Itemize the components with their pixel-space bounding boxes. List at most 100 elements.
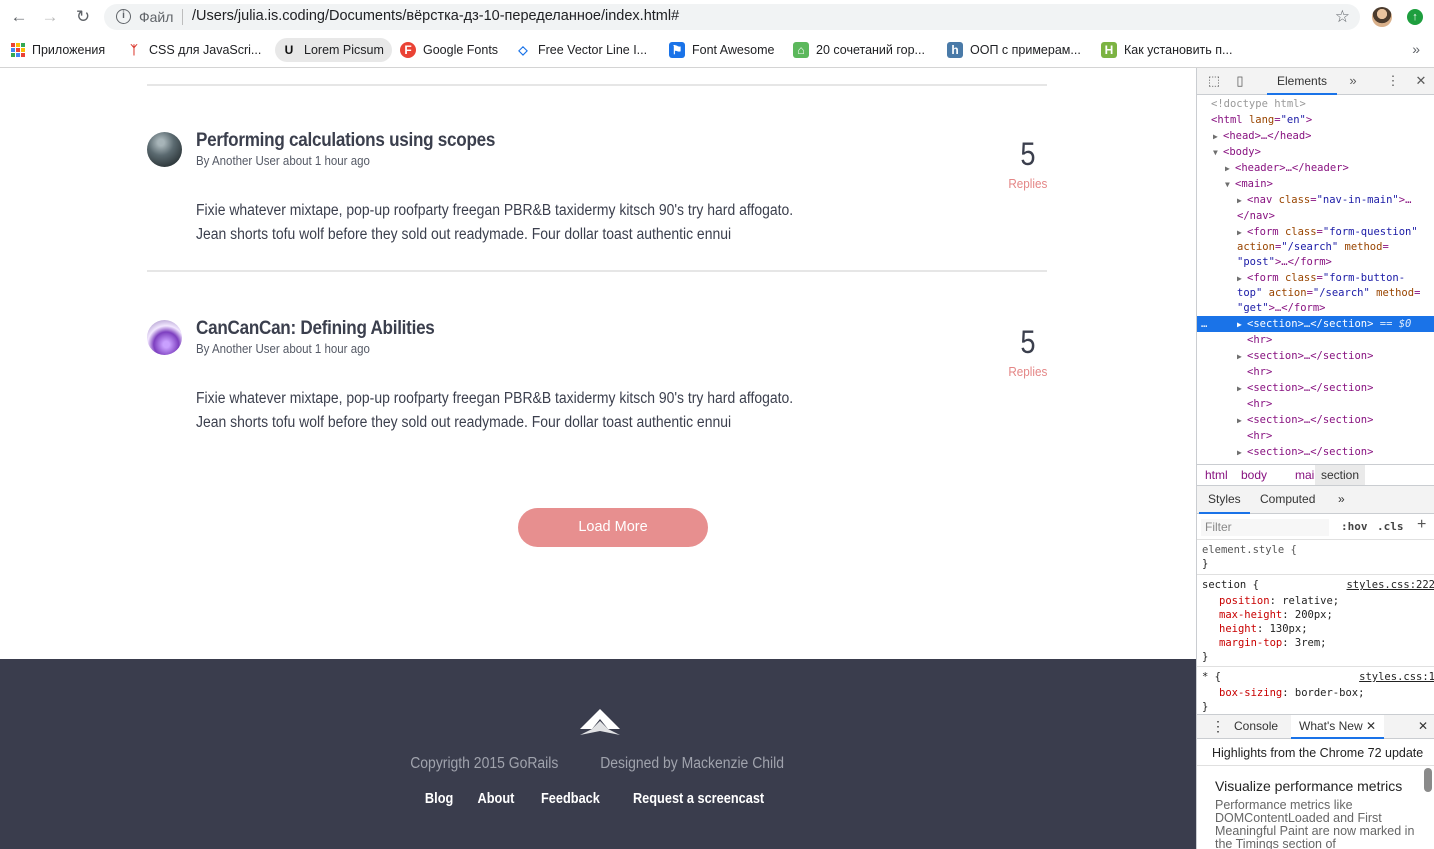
dom-node[interactable]: ▼ <body> [1197, 144, 1434, 160]
css-declaration[interactable]: position: relative; [1219, 594, 1339, 608]
rule-selector: * { [1202, 671, 1221, 683]
footer-credits: Copyrigth 2015 GoRails Designed by Macke… [0, 755, 1196, 773]
dom-node[interactable]: <hr> [1197, 364, 1434, 380]
dom-node[interactable]: ▶ <head>…</head> [1197, 128, 1434, 144]
more-tabs-icon[interactable]: » [1345, 73, 1361, 89]
dom-node[interactable]: ▶ <header>…</header> [1197, 160, 1434, 176]
replies-label: Replies [1007, 176, 1047, 191]
post-body: Fixie whatever mixtape, pop-up roofparty… [196, 387, 794, 435]
dom-node[interactable]: <hr> [1197, 428, 1434, 444]
bookmark-20-colors[interactable]: ⌂ 20 сочетаний гор... [793, 38, 925, 62]
dom-node[interactable]: ▶ <section>…</section> [1197, 444, 1434, 460]
scrollbar-thumb[interactable] [1424, 768, 1432, 792]
tab-console[interactable]: Console [1226, 715, 1286, 739]
tab-computed[interactable]: Computed [1251, 486, 1324, 514]
bookmarks-overflow-icon[interactable]: » [1412, 41, 1420, 57]
bookmark-apps[interactable]: Приложения [11, 38, 105, 62]
replies-count: 5 [1020, 324, 1036, 360]
close-drawer-icon[interactable]: ✕ [1410, 715, 1434, 739]
update-icon[interactable]: ↑ [1407, 9, 1423, 25]
footer-link-request-screencast[interactable]: Request a screencast [633, 791, 764, 807]
css-declaration[interactable]: height: 130px; [1219, 622, 1308, 636]
footer-link-blog[interactable]: Blog [425, 791, 453, 807]
dom-node[interactable]: action="/search" method= [1197, 239, 1434, 255]
post-meta: By Another User about 1 hour ago [196, 154, 370, 168]
bookmark-free-vector[interactable]: ◇ Free Vector Line I... [515, 38, 647, 62]
post-title[interactable]: Performing calculations using scopes [196, 130, 495, 152]
rule-source-link[interactable]: styles.css:222 [1346, 578, 1434, 592]
dom-node[interactable]: ▶ <section>…</section> [1197, 412, 1434, 428]
profile-avatar[interactable] [1372, 7, 1392, 27]
rule-source-link[interactable]: styles.css:1 [1359, 670, 1434, 684]
apps-grid-icon [11, 43, 25, 57]
inspect-element-icon[interactable]: ⬚ [1206, 73, 1222, 89]
avatar[interactable] [147, 320, 182, 355]
bookmark-label: Font Awesome [692, 43, 775, 57]
back-button[interactable]: ← [9, 7, 29, 27]
avatar[interactable] [147, 132, 182, 167]
tab-elements[interactable]: Elements [1267, 68, 1338, 95]
gorails-logo-icon[interactable] [578, 707, 622, 737]
breadcrumb-body[interactable]: body [1235, 465, 1273, 485]
load-more-button[interactable]: Load More [518, 508, 708, 547]
hov-toggle[interactable]: :hov [1341, 520, 1368, 533]
breadcrumb-section[interactable]: section [1315, 465, 1366, 485]
dom-node[interactable]: <!doctype html> [1197, 96, 1434, 112]
rule-divider [1197, 574, 1434, 575]
bookmark-lorem-picsum[interactable]: U Lorem Picsum [275, 38, 392, 62]
post-body-line: Fixie whatever mixtape, pop-up roofparty… [196, 202, 794, 219]
bookmark-font-awesome[interactable]: ⚑ Font Awesome [669, 38, 774, 62]
rule-selector: element.style { [1202, 544, 1297, 556]
dom-node[interactable]: ▶ <section>…</section> [1197, 380, 1434, 396]
url-text[interactable]: /Users/julia.is.coding/Documents/вёрстка… [192, 8, 679, 24]
reload-button[interactable]: ↻ [73, 7, 93, 27]
dom-node[interactable]: ▶ <form class="form-button- [1197, 270, 1434, 286]
kebab-menu-icon[interactable]: ⋮ [1385, 73, 1401, 89]
bookmark-label: Free Vector Line I... [538, 43, 648, 57]
h-icon: H [1101, 42, 1117, 58]
dom-node[interactable]: ▶ <section>…</section> [1197, 348, 1434, 364]
dom-node[interactable]: </nav> [1197, 208, 1434, 224]
bookmark-how-to-install[interactable]: H Как установить п... [1101, 38, 1232, 62]
bookmark-css-js[interactable]: ᛉ CSS для JavaScri... [126, 38, 261, 62]
dom-node[interactable]: top" action="/search" method= [1197, 285, 1434, 301]
bookmark-star-icon[interactable]: ☆ [1335, 7, 1350, 27]
device-toolbar-icon[interactable]: ▯ [1232, 73, 1248, 89]
info-icon[interactable]: i [116, 9, 131, 24]
address-bar[interactable]: i Файл /Users/julia.is.coding/Documents/… [104, 4, 1360, 30]
post-title[interactable]: CanCanCan: Defining Abilities [196, 318, 435, 340]
footer-link-about[interactable]: About [478, 791, 515, 807]
footer-link-feedback[interactable]: Feedback [541, 791, 600, 807]
tab-styles[interactable]: Styles [1199, 486, 1250, 514]
dom-node[interactable]: "get">…</form> [1197, 300, 1434, 316]
cls-toggle[interactable]: .cls [1377, 520, 1404, 533]
whats-new-description: Performance metrics like DOMContentLoade… [1215, 798, 1415, 849]
dom-node[interactable]: ▶ <form class="form-question" [1197, 224, 1434, 240]
css-declaration[interactable]: margin-top: 3rem; [1219, 636, 1326, 650]
add-rule-icon[interactable]: + [1417, 516, 1426, 534]
rule-divider [1197, 666, 1434, 667]
scheme-label: Файл [139, 9, 174, 25]
dom-node[interactable]: ▼ <main> [1197, 176, 1434, 192]
post-body-line: Fixie whatever mixtape, pop-up roofparty… [196, 390, 794, 407]
bookmark-oop[interactable]: h ООП с примерам... [947, 38, 1081, 62]
tab-whats-new[interactable]: What's New ✕ [1291, 715, 1385, 739]
whats-new-card[interactable]: Visualize performance metrics Performanc… [1215, 778, 1415, 849]
dom-node[interactable]: ▶ <nav class="nav-in-main">… [1197, 192, 1434, 208]
filter-input[interactable]: Filter [1205, 520, 1232, 534]
dom-node[interactable]: <hr> [1197, 396, 1434, 412]
browser-toolbar: ← → ↻ i Файл /Users/julia.is.coding/Docu… [0, 0, 1434, 34]
dom-node[interactable]: <html lang="en"> [1197, 112, 1434, 128]
dom-node-selected[interactable]: … ▶ <section>…</section> == $0 [1197, 316, 1434, 332]
breadcrumb-html[interactable]: html [1199, 465, 1234, 485]
close-tab-icon[interactable]: ✕ [1366, 719, 1376, 733]
more-tabs-icon[interactable]: » [1329, 486, 1354, 514]
bookmark-google-fonts[interactable]: F Google Fonts [400, 38, 498, 62]
dom-node[interactable]: "post">…</form> [1197, 254, 1434, 270]
css-declaration[interactable]: box-sizing: border-box; [1219, 686, 1364, 700]
green-icon: ⌂ [793, 42, 809, 58]
dom-node[interactable]: <hr> [1197, 332, 1434, 348]
forward-button[interactable]: → [40, 7, 60, 27]
css-declaration[interactable]: max-height: 200px; [1219, 608, 1333, 622]
close-icon[interactable]: ✕ [1413, 73, 1429, 89]
